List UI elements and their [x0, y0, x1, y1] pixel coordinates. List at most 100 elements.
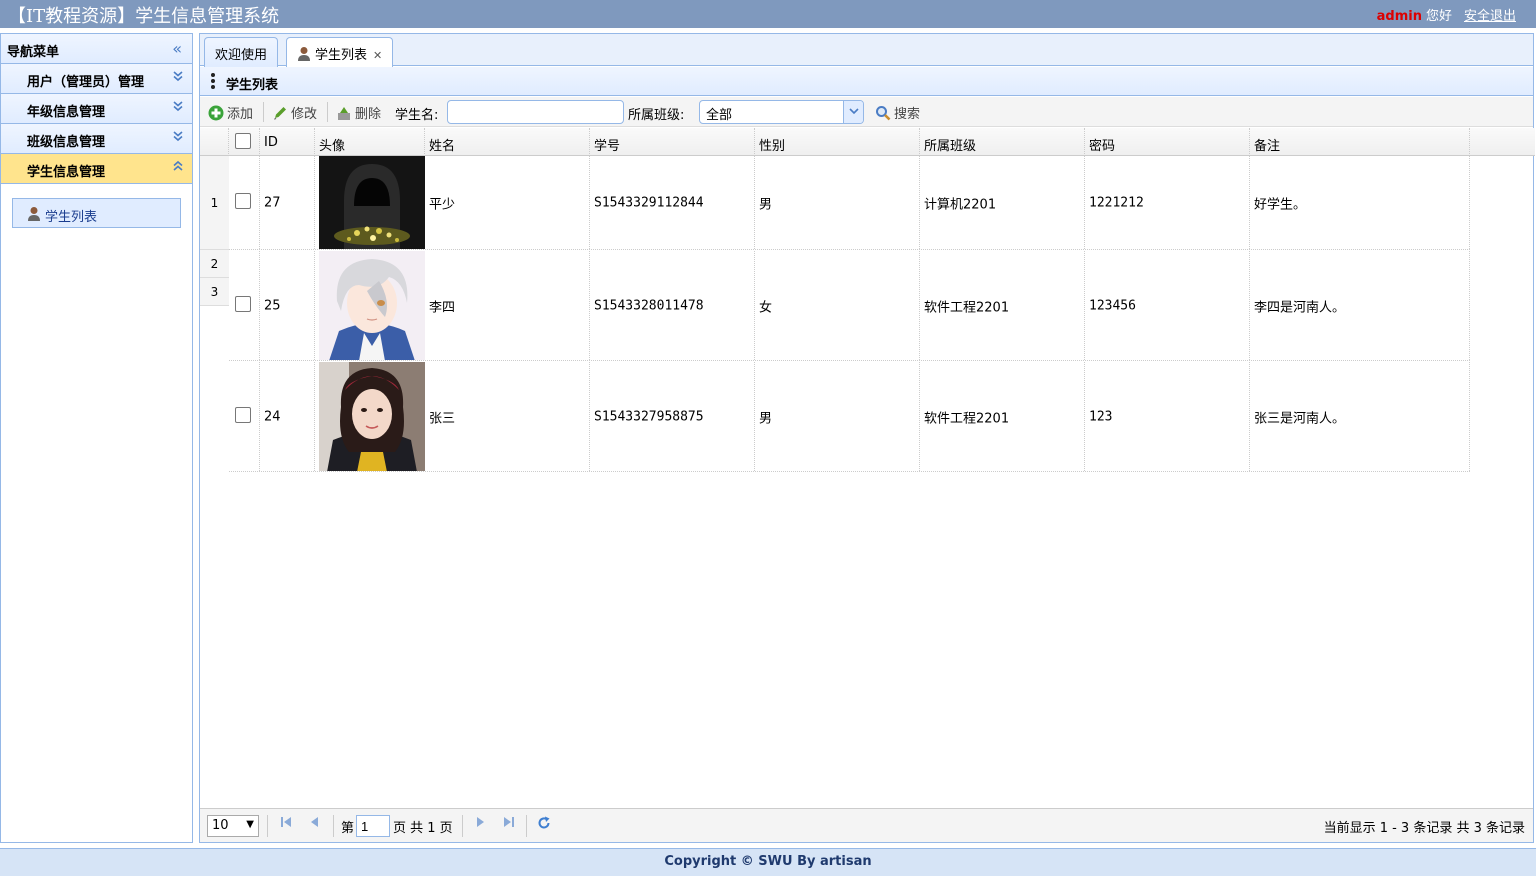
cell-gender: 女: [755, 251, 920, 360]
cell-gender: 男: [755, 156, 920, 249]
user-area: admin 您好 安全退出: [1377, 5, 1516, 24]
class-select[interactable]: 全部: [699, 100, 864, 124]
chevron-down-icon: ▼: [246, 819, 254, 830]
sidebar-link-student-list[interactable]: 学生列表: [12, 198, 181, 228]
cell-name: 李四: [425, 251, 590, 360]
menu-dots-icon: [211, 73, 215, 91]
add-label: 添加: [227, 107, 254, 122]
cell-sno: S1543328011478: [590, 251, 755, 360]
cell-note: 李四是河南人。: [1250, 251, 1470, 360]
column-header-note[interactable]: 备注: [1250, 128, 1470, 156]
sidebar-item-class[interactable]: 班级信息管理: [1, 124, 192, 154]
cell-class: 软件工程2201: [920, 251, 1085, 360]
sidebar-item-student[interactable]: 学生信息管理: [1, 154, 192, 184]
sidebar-item-user-admin[interactable]: 用户（管理员）管理: [1, 64, 192, 94]
delete-label: 删除: [355, 107, 382, 122]
cell-class: 软件工程2201: [920, 362, 1085, 471]
sidebar-item-label: 班级信息管理: [27, 135, 106, 150]
cell-name: 平少: [425, 156, 590, 249]
row-number: 1: [200, 156, 229, 250]
sidebar-item-label: 学生信息管理: [27, 165, 106, 180]
double-chevron-left-icon[interactable]: «: [172, 39, 182, 58]
column-header-password[interactable]: 密码: [1085, 128, 1250, 156]
cell-avatar: [315, 362, 425, 471]
cell-password: 123: [1085, 362, 1250, 471]
cell-avatar: [315, 156, 425, 249]
select-all-cell: [229, 128, 260, 156]
sidebar-item-grade[interactable]: 年级信息管理: [1, 94, 192, 124]
app-title: 【IT教程资源】学生信息管理系统: [8, 6, 280, 27]
column-header-id[interactable]: ID: [260, 128, 315, 156]
tab-welcome[interactable]: 欢迎使用: [204, 37, 279, 67]
cell-password: 123456: [1085, 251, 1250, 360]
table-row[interactable]: 24 张三 S1543327958875 男 软件工程2201 123 张三是河…: [229, 362, 1470, 472]
refresh-icon[interactable]: [537, 816, 551, 834]
close-icon[interactable]: ✕: [373, 49, 382, 62]
tab-student-list[interactable]: 学生列表 ✕: [286, 37, 394, 67]
table-row[interactable]: 25 李四 S1543328011478 女 软件工程2201 123456 李…: [229, 251, 1470, 361]
cell-note: 好学生。: [1250, 156, 1470, 249]
page-size-select[interactable]: 10 ▼: [207, 815, 259, 837]
column-header-sno[interactable]: 学号: [590, 128, 755, 156]
search-button[interactable]: 搜索: [875, 103, 920, 125]
sidebar-link-label: 学生列表: [45, 210, 98, 225]
cell-id: 24: [260, 362, 315, 471]
username: admin: [1376, 9, 1422, 24]
logout-link[interactable]: 安全退出: [1464, 9, 1516, 24]
cell-class: 计算机2201: [920, 156, 1085, 249]
next-page-icon[interactable]: [474, 816, 486, 832]
search-icon: [875, 105, 891, 125]
toolbar: 添加 修改 删除 学生名: 所属班级: 全部 搜索: [200, 97, 1533, 127]
add-button[interactable]: 添加: [208, 103, 253, 125]
app-header: 【IT教程资源】学生信息管理系统 admin 您好 安全退出: [0, 0, 1536, 28]
rownum-header: [200, 128, 229, 156]
page-number-input[interactable]: [356, 815, 390, 837]
double-chevron-up-icon: [172, 160, 184, 176]
column-header-avatar[interactable]: 头像: [315, 128, 425, 156]
cell-sno: S1543329112844: [590, 156, 755, 249]
row-number: 3: [200, 278, 229, 306]
student-name-input[interactable]: [447, 100, 624, 124]
row-checkbox-cell: [229, 362, 260, 471]
tab-bar: 欢迎使用 学生列表 ✕: [200, 34, 1533, 67]
user-icon: [297, 46, 311, 65]
avatar: [319, 156, 425, 249]
cell-sno: S1543327958875: [590, 362, 755, 471]
tab-label: 学生列表: [315, 48, 368, 63]
plus-icon: [208, 105, 224, 125]
row-checkbox[interactable]: [235, 295, 251, 312]
double-chevron-down-icon: [172, 70, 184, 86]
last-page-icon[interactable]: [503, 816, 515, 832]
delete-button[interactable]: 删除: [336, 103, 381, 125]
prev-page-icon[interactable]: [309, 816, 321, 832]
class-select-value: 全部: [706, 108, 733, 123]
row-checkbox[interactable]: [235, 192, 251, 209]
sidebar-item-label: 用户（管理员）管理: [27, 75, 145, 90]
pagination-bar: 10 ▼ 第 页 共 1 页 当前显示 1 - 3 条记录 共 3 条记录: [200, 808, 1533, 842]
cell-note: 张三是河南人。: [1250, 362, 1470, 471]
table-header: ID 头像 姓名 学号 性别 所属班级 密码 备注: [200, 128, 1535, 156]
sidebar-item-label: 年级信息管理: [27, 105, 106, 120]
first-page-icon[interactable]: [280, 816, 292, 832]
table-row[interactable]: 27 平少 S1543329112844 男 计算机2201 1221212 好…: [229, 156, 1470, 250]
edit-label: 修改: [291, 107, 318, 122]
pagination-info: 当前显示 1 - 3 条记录 共 3 条记录: [1323, 821, 1525, 836]
pencil-icon: [272, 105, 288, 125]
student-name-label: 学生名:: [395, 108, 439, 123]
tab-label: 欢迎使用: [215, 48, 268, 63]
page-suffix: 页 共 1 页: [393, 821, 453, 836]
column-header-class[interactable]: 所属班级: [920, 128, 1085, 156]
double-chevron-down-icon: [172, 100, 184, 116]
cell-avatar: [315, 251, 425, 360]
column-header-gender[interactable]: 性别: [755, 128, 920, 156]
edit-button[interactable]: 修改: [272, 103, 317, 125]
column-header-name[interactable]: 姓名: [425, 128, 590, 156]
sidebar-header: 导航菜单 «: [1, 34, 192, 64]
cell-gender: 男: [755, 362, 920, 471]
select-all-checkbox[interactable]: [235, 133, 251, 149]
sidebar-title: 导航菜单: [7, 45, 60, 60]
row-checkbox-cell: [229, 251, 260, 360]
row-checkbox[interactable]: [235, 406, 251, 423]
cell-id: 25: [260, 251, 315, 360]
avatar: [319, 362, 425, 471]
